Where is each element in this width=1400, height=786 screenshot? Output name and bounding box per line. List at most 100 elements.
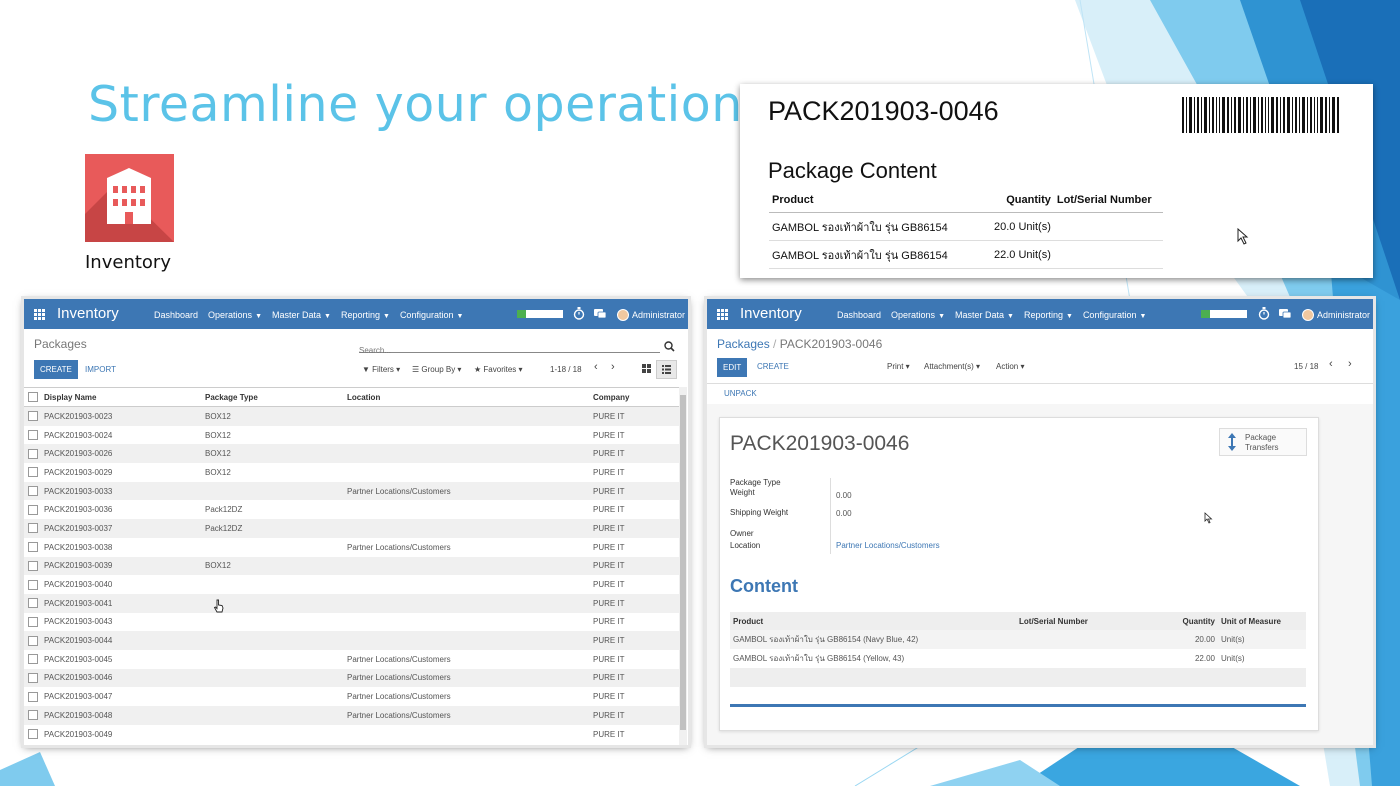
menu-configuration-label: Configuration [399,310,454,320]
menu-operations[interactable]: Operations ▼ [208,310,262,320]
cell-display-name: PACK201903-0040 [44,580,113,590]
app-brand[interactable]: Inventory [57,305,119,322]
col-location[interactable]: Location [343,387,589,407]
package-transfers-button[interactable]: Package Transfers [1219,428,1307,456]
table-row[interactable]: PACK201903-0046 Partner Locations/Custome… [24,668,680,688]
menu-operations[interactable]: Operations ▼ [891,310,945,320]
table-row[interactable]: PACK201903-0044 PURE IT [24,631,680,650]
cell-location: Partner Locations/Customers [343,481,589,501]
onboarding-progress-bar[interactable] [1201,310,1247,318]
table-row[interactable]: PACK201903-0029 BOX12 PURE IT [24,463,680,482]
groupby-dropdown[interactable]: ☰ Group By ▾ [412,365,461,374]
table-row[interactable]: PACK201903-0026 BOX12 PURE IT [24,444,680,464]
row-checkbox[interactable] [24,463,40,482]
col-package-type[interactable]: Package Type [201,387,343,407]
edit-button[interactable]: EDIT [717,358,748,377]
location-link[interactable]: Partner Locations/Customers [836,541,940,550]
col-company[interactable]: Company [589,387,680,407]
row-checkbox[interactable] [24,500,40,519]
favorites-dropdown[interactable]: ★ Favorites ▾ [474,365,523,374]
row-checkbox[interactable] [24,706,40,725]
user-menu[interactable]: Administrator [617,309,685,321]
row-checkbox[interactable] [24,426,40,445]
menu-master-data[interactable]: Master Data ▼ [272,310,331,320]
menu-reporting[interactable]: Reporting ▼ [1024,310,1073,320]
create-button[interactable]: CREATE [757,362,789,371]
row-checkbox[interactable] [24,575,40,594]
kanban-view-icon[interactable] [642,364,651,373]
table-row[interactable]: PACK201903-0045 Partner Locations/Custome… [24,650,680,669]
menu-master-data[interactable]: Master Data ▼ [955,310,1014,320]
table-row[interactable]: PACK201903-0038 Partner Locations/Custome… [24,538,680,557]
cell-package-type [201,725,343,744]
row-checkbox[interactable] [24,725,40,744]
select-all-checkbox[interactable] [24,387,40,407]
chat-icon[interactable] [1279,307,1291,320]
table-row[interactable]: PACK201903-0049 PURE IT [24,725,680,744]
pager-prev-icon[interactable]: ‹ [594,361,598,373]
report-package-name: PACK201903-0046 [768,96,999,126]
row-checkbox[interactable] [24,556,40,576]
table-row[interactable]: PACK201903-0024 BOX12 PURE IT [24,426,680,445]
shipping-weight-label: Shipping Weight [730,508,789,517]
table-row[interactable]: PACK201903-0039 BOX12 PURE IT [24,556,680,576]
apps-grid-icon[interactable] [34,309,45,320]
row-checkbox[interactable] [24,650,40,669]
timer-icon[interactable] [1258,307,1270,320]
table-row[interactable]: PACK201903-0047 Partner Locations/Custome… [24,687,680,706]
table-row[interactable]: PACK201903-0036 Pack12DZ PURE IT [24,500,680,519]
menu-dashboard-label: Dashboard [154,310,199,320]
list-view-button[interactable] [656,360,677,379]
row-checkbox[interactable] [24,444,40,464]
attachments-dropdown[interactable]: Attachment(s) ▾ [924,362,980,371]
table-row[interactable]: PACK201903-0048 Partner Locations/Custome… [24,706,680,725]
print-dropdown[interactable]: Print ▾ [887,362,910,371]
row-checkbox[interactable] [24,631,40,650]
import-button[interactable]: IMPORT [85,365,116,374]
pager-prev-icon[interactable]: ‹ [1329,358,1333,370]
row-checkbox[interactable] [24,481,40,501]
filters-dropdown[interactable]: ▼ Filters ▾ [362,365,400,374]
menu-dashboard[interactable]: Dashboard [154,310,198,320]
breadcrumb-separator: / [773,337,777,351]
search-input[interactable] [359,346,649,355]
action-dropdown[interactable]: Action ▾ [996,362,1024,371]
menu-configuration[interactable]: Configuration ▼ [400,310,463,320]
content-row[interactable]: GAMBOL รองเท้าผ้าใบ รุ่น GB86154 (Yellow… [730,649,1306,668]
pager-next-icon[interactable]: › [611,361,615,373]
row-checkbox[interactable] [24,406,40,426]
cell-package-type [201,538,343,557]
apps-grid-icon[interactable] [717,309,728,320]
pager-value[interactable]: 1-18 / 18 [550,365,582,374]
breadcrumb-packages-link[interactable]: Packages [717,337,770,351]
app-brand[interactable]: Inventory [740,305,802,322]
row-checkbox[interactable] [24,593,40,613]
row-checkbox[interactable] [24,687,40,706]
chat-icon[interactable] [594,307,606,320]
timer-icon[interactable] [573,307,585,320]
table-row[interactable]: PACK201903-0037 Pack12DZ PURE IT [24,519,680,538]
row-checkbox[interactable] [24,668,40,688]
table-row[interactable]: PACK201903-0043 PURE IT [24,613,680,632]
row-checkbox[interactable] [24,519,40,538]
pager-next-icon[interactable]: › [1348,358,1352,370]
menu-dashboard[interactable]: Dashboard [837,310,881,320]
unpack-button[interactable]: UNPACK [724,389,757,398]
create-button[interactable]: CREATE [34,360,78,379]
menu-configuration[interactable]: Configuration ▼ [1083,310,1146,320]
user-menu[interactable]: Administrator [1302,309,1370,321]
table-row[interactable]: PACK201903-0023 BOX12 PURE IT [24,406,680,426]
pager-value[interactable]: 15 / 18 [1294,362,1318,371]
content-row[interactable]: GAMBOL รองเท้าผ้าใบ รุ่น GB86154 (Navy B… [730,630,1306,649]
search-icon[interactable] [664,341,675,352]
row-checkbox[interactable] [24,613,40,632]
table-row[interactable]: PACK201903-0033 Partner Locations/Custome… [24,481,680,501]
col-display-name[interactable]: Display Name [40,387,201,407]
menu-reporting[interactable]: Reporting ▼ [341,310,390,320]
table-row[interactable]: PACK201903-0041 PURE IT [24,593,680,613]
list-scrollbar[interactable] [679,387,687,745]
cell-company: PURE IT [589,668,680,688]
table-row[interactable]: PACK201903-0040 PURE IT [24,575,680,594]
row-checkbox[interactable] [24,538,40,557]
onboarding-progress-bar[interactable] [517,310,563,318]
